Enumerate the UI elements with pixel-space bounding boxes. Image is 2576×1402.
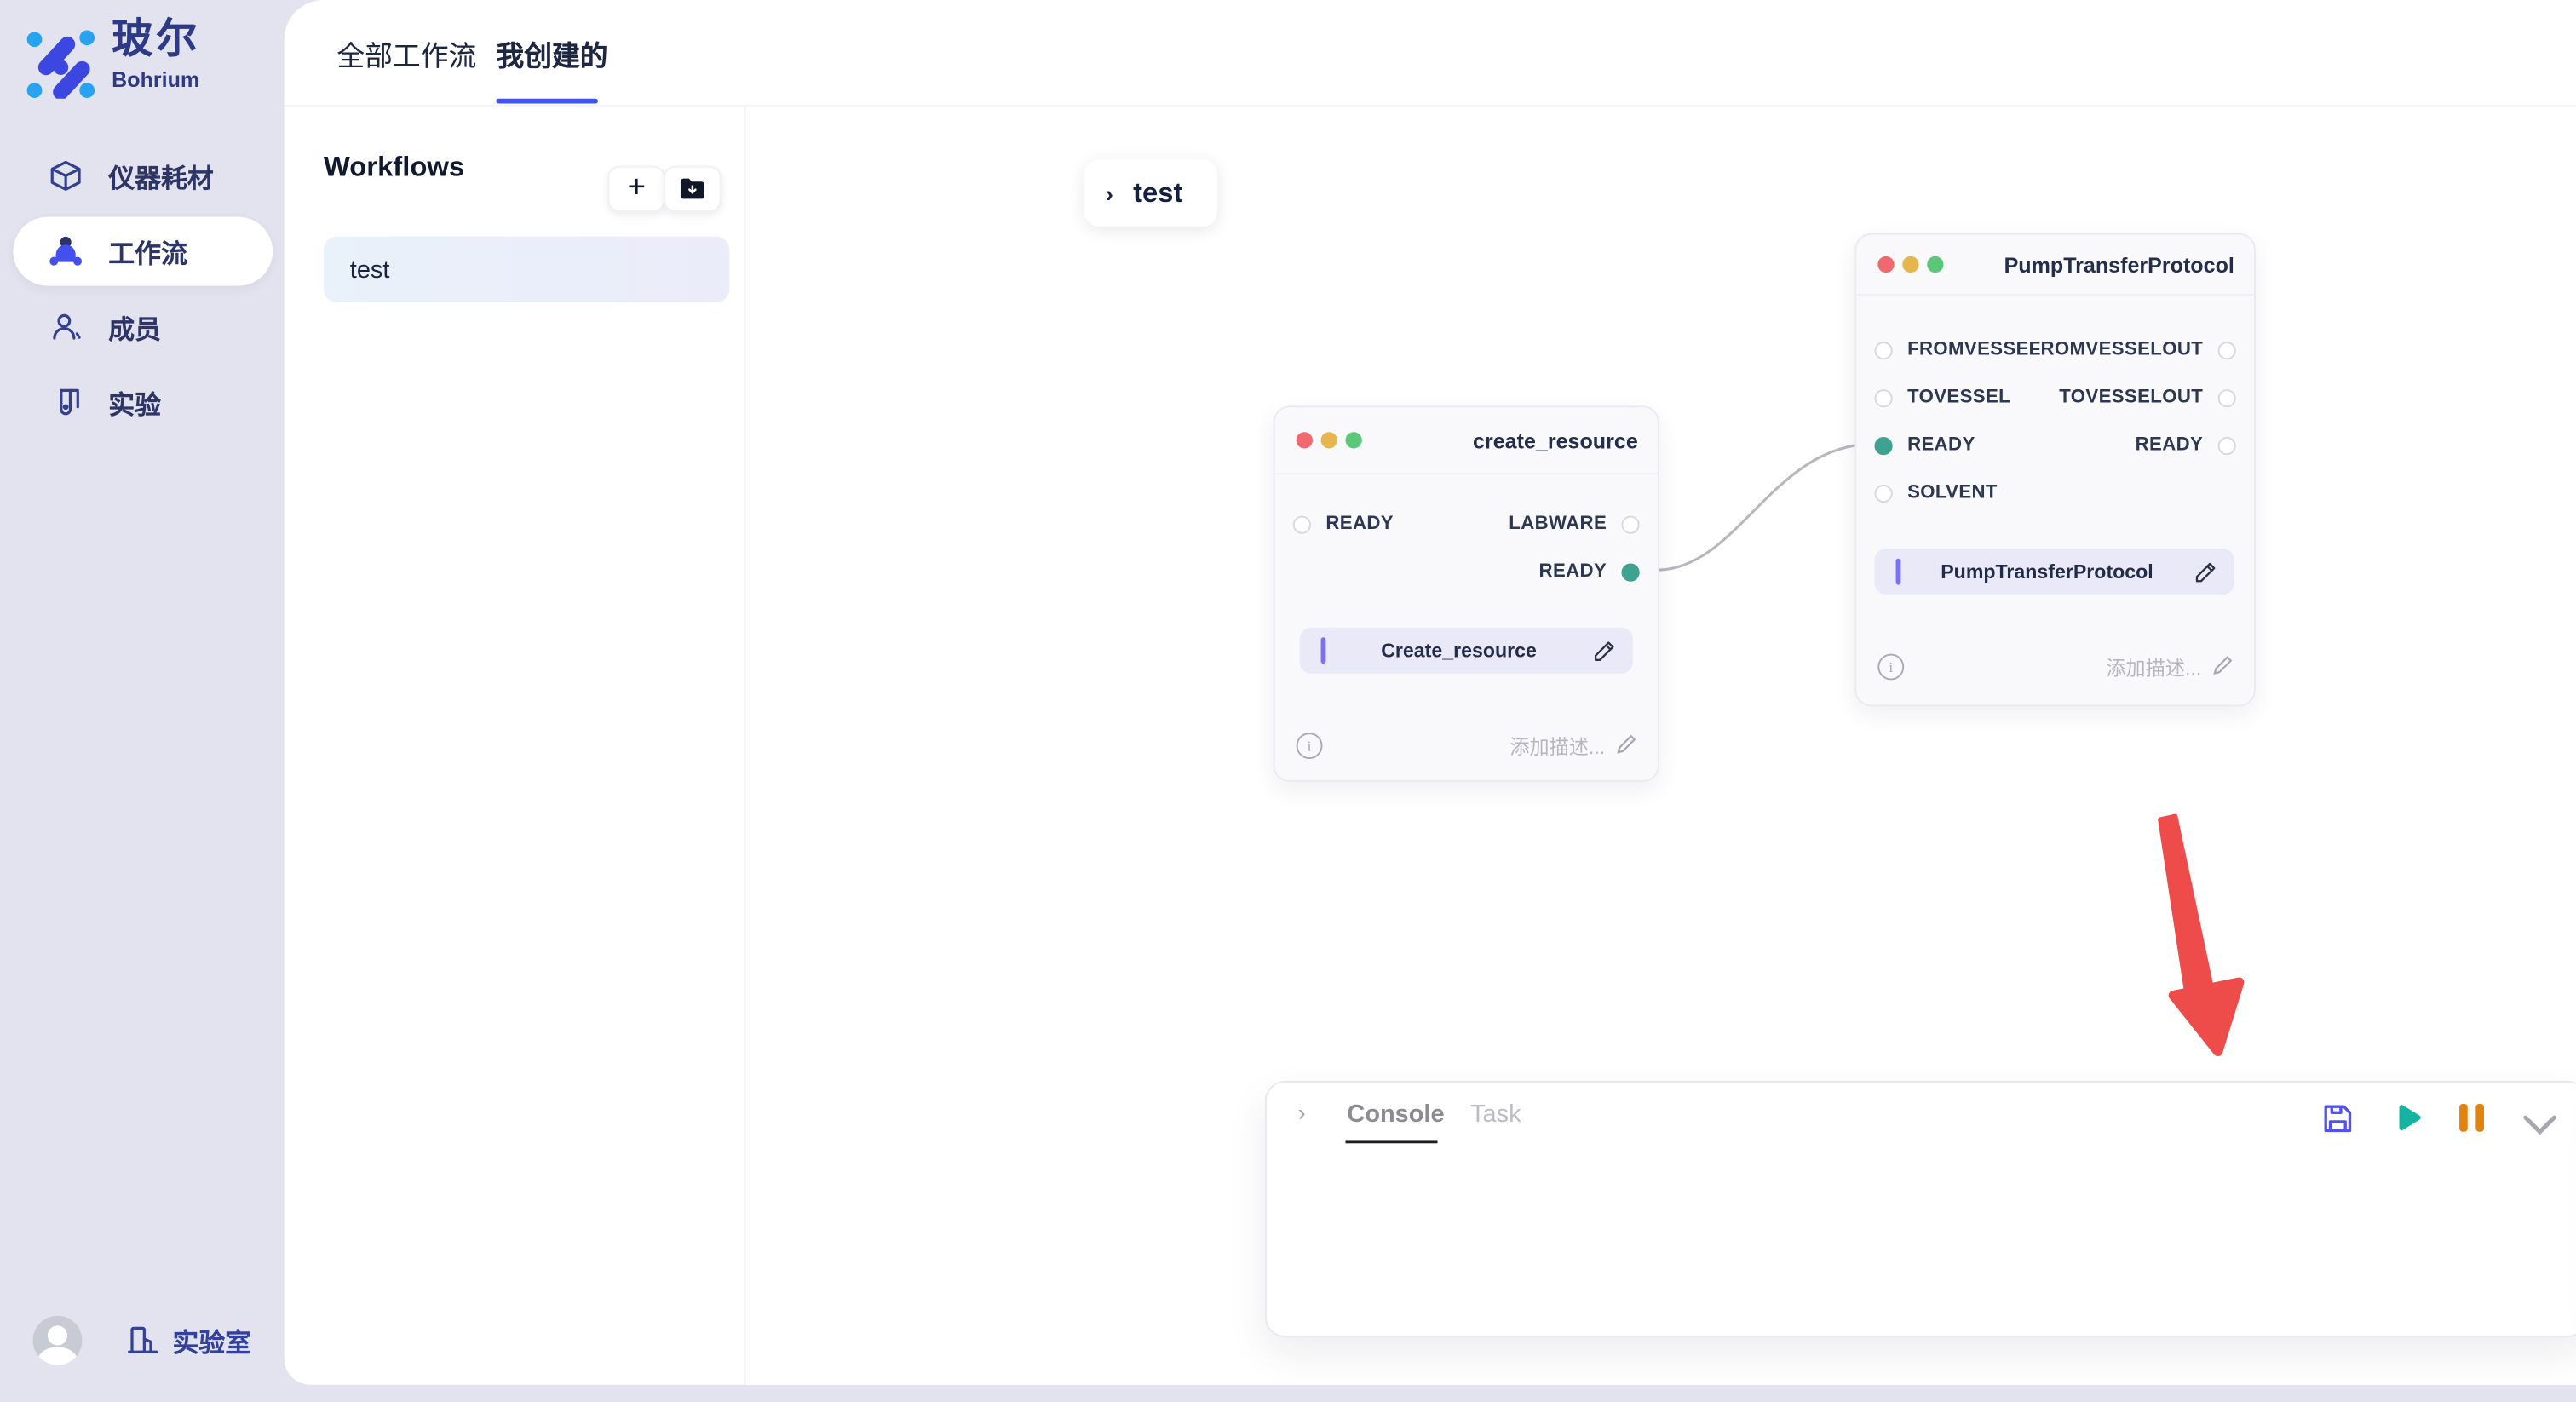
input-port-ready[interactable]: READY (1874, 434, 1975, 457)
brand-logo: 玻尔 Bohrium (23, 20, 200, 99)
console-expand-icon[interactable]: › (1298, 1099, 1306, 1125)
port-circle[interactable] (1874, 388, 1892, 406)
output-port-tovesselout[interactable]: TOVESSELOUT (2059, 386, 2236, 409)
description-placeholder[interactable]: 添加描述... (1509, 732, 1605, 760)
node-header: PumpTransferProtocol (1856, 235, 2254, 296)
pencil-icon[interactable] (2211, 654, 2234, 677)
bohrium-logo-icon (23, 20, 99, 99)
port-circle[interactable] (1874, 341, 1892, 359)
tab-console[interactable]: Console (1347, 1100, 1444, 1129)
workflow-tabbar: 全部工作流 我创建的 (285, 0, 2576, 106)
import-workflow-button[interactable] (664, 166, 721, 212)
workflow-icon (46, 232, 85, 271)
folder-download-icon (678, 176, 706, 201)
main-panel: 全部工作流 我创建的 Workflows + test (285, 0, 2576, 1385)
members-icon (46, 307, 85, 347)
sidebar-item-instruments[interactable]: 仪器耗材 (13, 141, 273, 210)
pause-button[interactable] (2459, 1104, 2486, 1134)
output-port-ready[interactable]: READY (1539, 560, 1640, 583)
dot-green (1345, 432, 1361, 448)
output-port-labware[interactable]: LABWARE (1509, 513, 1639, 536)
tab-created-by-me[interactable]: 我创建的 (496, 0, 607, 105)
port-circle[interactable] (2218, 388, 2236, 406)
workflow-item-label: test (350, 256, 390, 284)
package-icon (46, 156, 85, 195)
chevron-down-icon[interactable] (2521, 1107, 2557, 1143)
app-root: 玻尔 Bohrium 仪器耗材 (0, 0, 2576, 1401)
node-header: create_resource (1275, 407, 1658, 474)
node-action-pill[interactable]: PumpTransferProtocol (1874, 549, 2234, 595)
tab-all-workflows[interactable]: 全部工作流 (336, 0, 476, 105)
node-footer: i 添加描述... (1275, 729, 1658, 762)
sidebar-item-members[interactable]: 成员 (13, 292, 273, 361)
tab-task[interactable]: Task (1470, 1100, 1521, 1129)
lab-switcher[interactable]: 实验室 (125, 1321, 252, 1360)
sidebar-item-experiments[interactable]: 实验 (13, 368, 273, 437)
edit-icon[interactable] (2194, 560, 2218, 584)
window-dots (1877, 256, 1952, 273)
edit-icon[interactable] (1592, 638, 1617, 663)
lab-label: 实验室 (172, 1321, 251, 1360)
input-port-solvent[interactable]: SOLVENT (1874, 481, 1997, 504)
sidebar-nav: 仪器耗材 工作流 (13, 141, 273, 444)
output-port-fromvesselout[interactable]: FROMVESSELOUT (2029, 338, 2236, 361)
add-workflow-button[interactable]: + (608, 166, 665, 212)
user-avatar[interactable] (33, 1316, 83, 1365)
plus-icon: + (628, 172, 646, 204)
annotation-arrow-red (2160, 816, 2240, 1051)
port-circle[interactable] (1293, 515, 1311, 533)
workflow-panel-title: Workflows (324, 151, 464, 184)
node-title: PumpTransferProtocol (2004, 235, 2234, 294)
info-icon[interactable]: i (1297, 733, 1323, 759)
input-port-fromvessel[interactable]: FROMVESSEL (1874, 338, 2040, 361)
sidebar-item-label: 仪器耗材 (108, 156, 213, 195)
port-circle-connected[interactable] (1621, 563, 1639, 581)
sidebar-item-label: 工作流 (108, 232, 187, 271)
save-button[interactable] (2320, 1100, 2355, 1136)
dot-red (1297, 432, 1313, 448)
port-circle-connected[interactable] (1874, 436, 1892, 454)
node-create-resource[interactable]: create_resource READY LABWARE READY Crea… (1274, 405, 1659, 782)
building-icon (125, 1322, 159, 1358)
sidebar-item-label: 实验 (108, 382, 161, 422)
port-circle[interactable] (1621, 515, 1639, 533)
brand-subtitle: Bohrium (112, 69, 200, 90)
node-action-pill[interactable]: Create_resource (1299, 628, 1632, 674)
experiment-icon (46, 382, 85, 422)
edge-ready-to-ready (1635, 444, 1876, 570)
active-tab-underline (496, 99, 598, 104)
port-circle[interactable] (1874, 484, 1892, 502)
sidebar: 玻尔 Bohrium 仪器耗材 (0, 0, 285, 1401)
workflow-list-item-test[interactable]: test (324, 237, 729, 302)
workflow-canvas[interactable]: › test 美化 (746, 106, 2576, 1384)
pencil-icon[interactable] (1615, 733, 1638, 756)
dot-green (1927, 256, 1943, 273)
description-placeholder[interactable]: 添加描述... (2106, 653, 2201, 681)
sidebar-item-label: 成员 (108, 307, 161, 347)
sidebar-footer: 实验室 (33, 1316, 252, 1365)
dot-red (1877, 256, 1894, 273)
output-port-ready[interactable]: READY (2136, 434, 2236, 457)
sidebar-item-workflows[interactable]: 工作流 (13, 217, 273, 286)
node-footer: i 添加描述... (1856, 651, 2254, 684)
console-tab-underline (1345, 1140, 1437, 1143)
node-title: create_resource (1473, 407, 1638, 473)
node-pump-transfer-protocol[interactable]: PumpTransferProtocol FROMVESSEL FROMVESS… (1854, 233, 2256, 706)
chevron-right-icon: › (1106, 180, 1113, 206)
port-circle[interactable] (2218, 341, 2236, 359)
dot-yellow (1321, 432, 1337, 448)
breadcrumb[interactable]: › test (1084, 159, 1217, 227)
window-dots (1297, 432, 1371, 448)
info-icon[interactable]: i (1877, 654, 1904, 681)
workflow-list-panel: Workflows + test (285, 106, 746, 1384)
input-port-ready[interactable]: READY (1293, 513, 1394, 536)
console-panel: › Console Task (1265, 1081, 2576, 1337)
brand-name: 玻尔 (112, 20, 200, 60)
port-circle[interactable] (2218, 436, 2236, 454)
input-port-tovessel[interactable]: TOVESSEL (1874, 386, 2010, 409)
run-button[interactable] (2389, 1100, 2424, 1136)
dot-yellow (1902, 256, 1918, 273)
breadcrumb-label: test (1133, 176, 1182, 210)
